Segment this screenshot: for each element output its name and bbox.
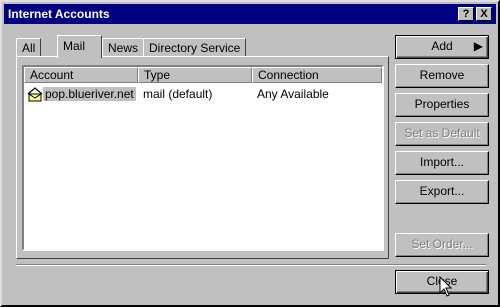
set-order-button[interactable]: Set Order... (395, 233, 489, 257)
add-label: Add (431, 39, 453, 53)
mouse-cursor-icon (439, 275, 453, 301)
submenu-arrow-icon: ▶ (473, 39, 483, 53)
column-header-connection[interactable]: Connection (252, 67, 382, 83)
account-type: mail (default) (143, 87, 213, 101)
tab-all[interactable]: All (16, 38, 42, 56)
add-button[interactable]: Add ▶ (395, 35, 489, 59)
tab-news[interactable]: News (102, 38, 145, 56)
properties-button[interactable]: Properties (395, 93, 489, 117)
set-as-default-label: Set as Default (404, 126, 480, 140)
title-bar[interactable]: Internet Accounts ? X (4, 4, 496, 24)
import-button[interactable]: Import... (395, 151, 489, 175)
tab-mail[interactable]: Mail (57, 35, 102, 58)
accounts-list[interactable]: Account Type Connection pop.blueriver.ne… (22, 65, 384, 251)
remove-button[interactable]: Remove (395, 64, 489, 88)
window-title: Internet Accounts (8, 7, 110, 21)
column-header-account[interactable]: Account (24, 67, 138, 83)
mail-account-icon (26, 86, 44, 105)
account-connection: Any Available (257, 87, 329, 101)
set-order-label: Set Order... (411, 237, 473, 251)
close-window-button[interactable]: X (476, 7, 492, 21)
set-as-default-button[interactable]: Set as Default (395, 122, 489, 146)
table-row[interactable]: pop.blueriver.net mail (default) Any Ava… (24, 85, 382, 103)
tab-directory-service[interactable]: Directory Service (143, 38, 247, 56)
internet-accounts-window: Internet Accounts ? X All Mail News Dire… (0, 0, 500, 307)
account-name: pop.blueriver.net (43, 87, 136, 101)
help-button[interactable]: ? (458, 7, 474, 21)
column-header-type[interactable]: Type (138, 67, 252, 83)
export-button[interactable]: Export... (395, 180, 489, 204)
divider (16, 264, 486, 266)
